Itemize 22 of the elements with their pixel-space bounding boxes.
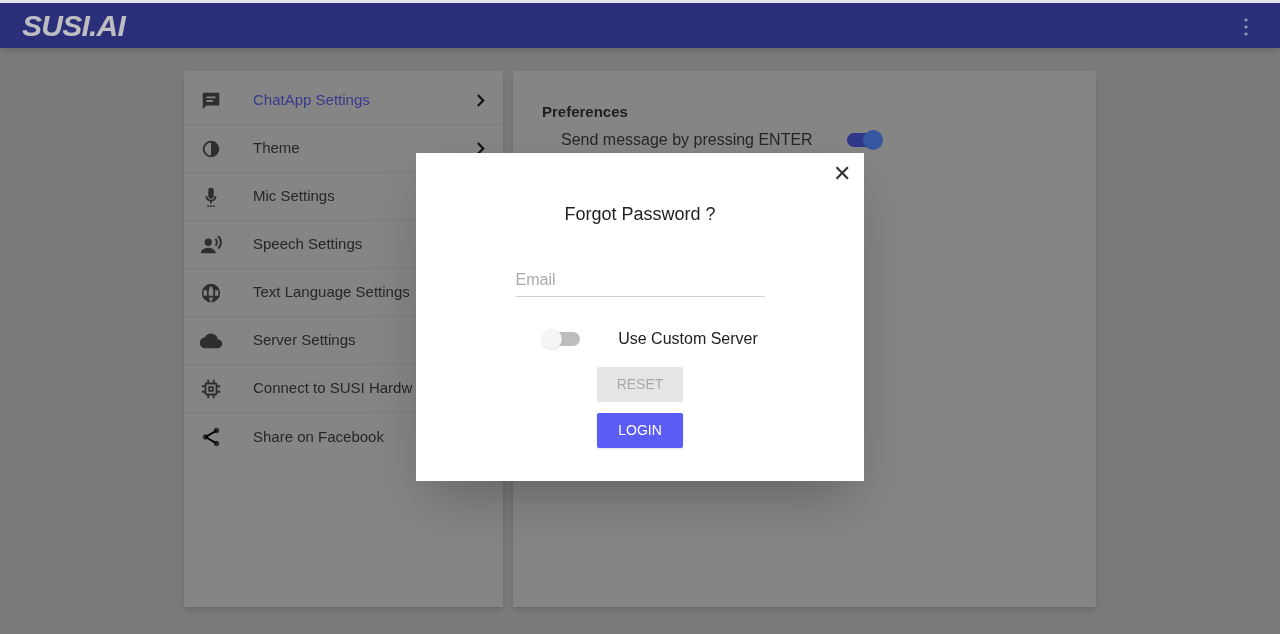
menu-item-label: Theme (253, 138, 300, 159)
dialog-title: Forgot Password ? (564, 203, 716, 226)
menu-item-label: Connect to SUSI Hardw (253, 378, 413, 399)
menu-item-label: Mic Settings (253, 186, 335, 207)
toggle-label: Use Custom Server (618, 329, 758, 349)
menu-item-label: ChatApp Settings (253, 90, 370, 111)
menu-item-label: Server Settings (253, 330, 356, 351)
menu-item-label: Text Language Settings (253, 282, 410, 303)
chip-icon (200, 377, 222, 400)
section-title: Preferences (542, 102, 629, 122)
email-field[interactable]: Email (515, 268, 765, 297)
toggle-switch[interactable] (847, 129, 883, 150)
menu-item-label: Speech Settings (253, 234, 363, 255)
logo[interactable]: SUSI.AI (22, 10, 126, 41)
login-button[interactable]: LOGIN (597, 413, 683, 448)
speaking-person-icon (200, 233, 222, 256)
menu-item[interactable]: ChatApp Settings (184, 77, 503, 125)
menu-item-label: Share on Facebook (253, 426, 384, 447)
globe-icon (200, 281, 222, 304)
setting-label: Send message by pressing ENTER (561, 129, 814, 150)
share-icon (200, 426, 222, 448)
menu-item[interactable]: Share on Facebook (184, 413, 503, 461)
